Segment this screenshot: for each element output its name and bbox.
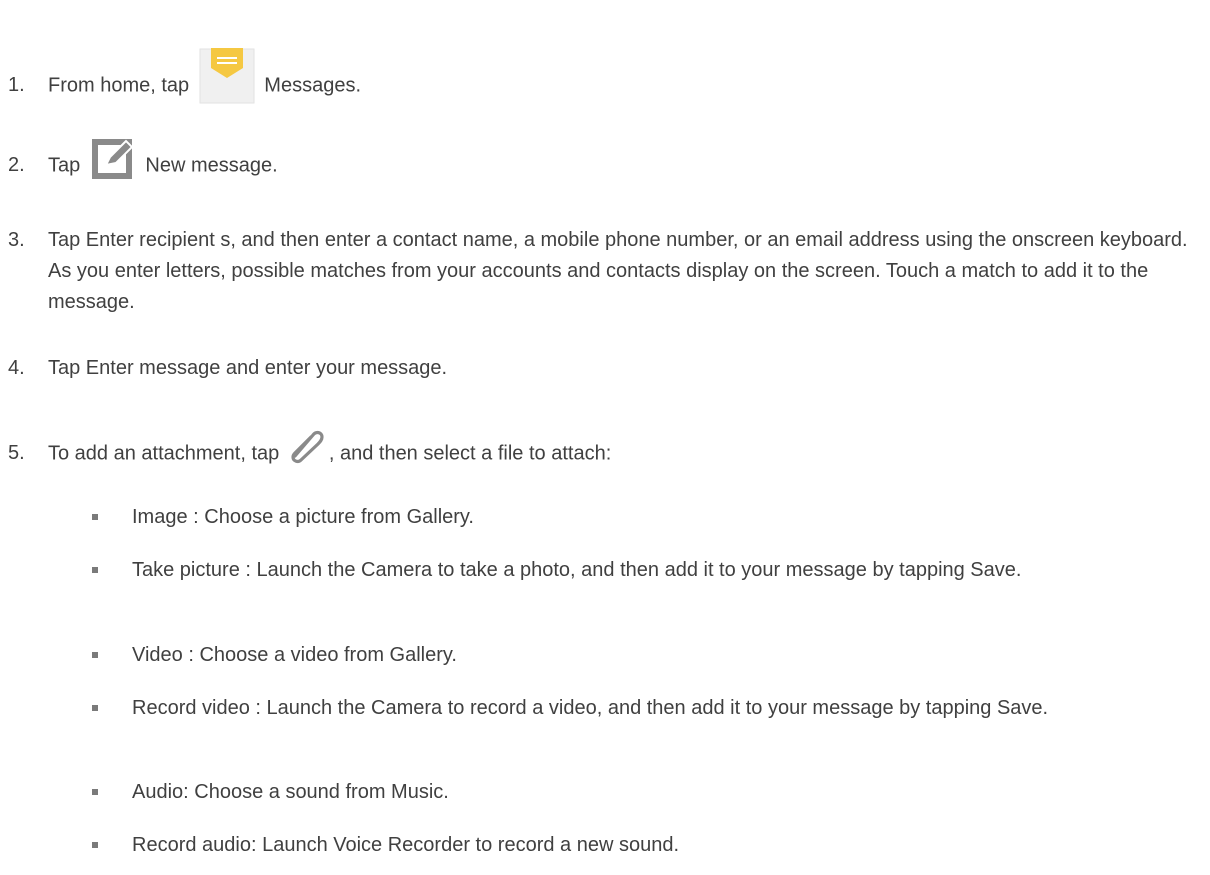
step-text: Tap Enter message and enter your message… [48,357,448,379]
step-number: 1. [8,74,25,97]
step-text-before-icon: To add an attachment, tap [48,442,280,465]
bullet-marker [92,514,98,520]
attachment-option-text: Record video : Launch the Camera to reco… [132,697,1049,719]
step-number: 5. [8,442,25,465]
attachment-option-text: Image : Choose a picture from Gallery. [132,506,474,528]
step-2: 2. Tap New message. [8,139,278,189]
attachment-option-text: Video : Choose a video from Gallery. [132,644,457,666]
step-3: 3. Tap Enter recipient s, and then enter … [8,225,1208,318]
step-number: 3. [8,229,25,251]
paperclip-icon [287,426,327,466]
bullet-marker [92,652,98,658]
step-1: 1. From home, tap Messages. [8,48,362,114]
step-4: 4. Tap Enter message and enter your messa… [8,353,447,384]
step-text-before-icon: Tap [48,154,81,177]
bullet-marker [92,842,98,848]
compose-icon [90,135,136,181]
step-text-after-icon: , and then select a file to attach: [328,442,612,465]
step-5: 5. To add an attachment, tap , and then s… [8,430,612,474]
attachment-option-text: Take picture : Launch the Camera to take… [132,559,1022,581]
step-text-after-icon: Messages. [264,74,362,97]
bullet-marker [92,567,98,573]
attachment-option-text: Record audio: Launch Voice Recorder to r… [132,834,680,856]
step-number: 2. [8,154,25,177]
bullet-marker [92,705,98,711]
messages-app-icon [199,48,255,104]
step-number: 4. [8,357,25,379]
instruction-document: 1. From home, tap Messages. 2. Tap New mes… [0,0,1210,875]
step-text-before-icon: From home, tap [48,74,190,97]
step-text-after-icon: New message. [145,154,278,177]
attachment-option-text: Audio: Choose a sound from Music. [132,781,449,803]
step-text: Tap Enter recipient s, and then enter a … [48,229,1188,313]
bullet-marker [92,789,98,795]
